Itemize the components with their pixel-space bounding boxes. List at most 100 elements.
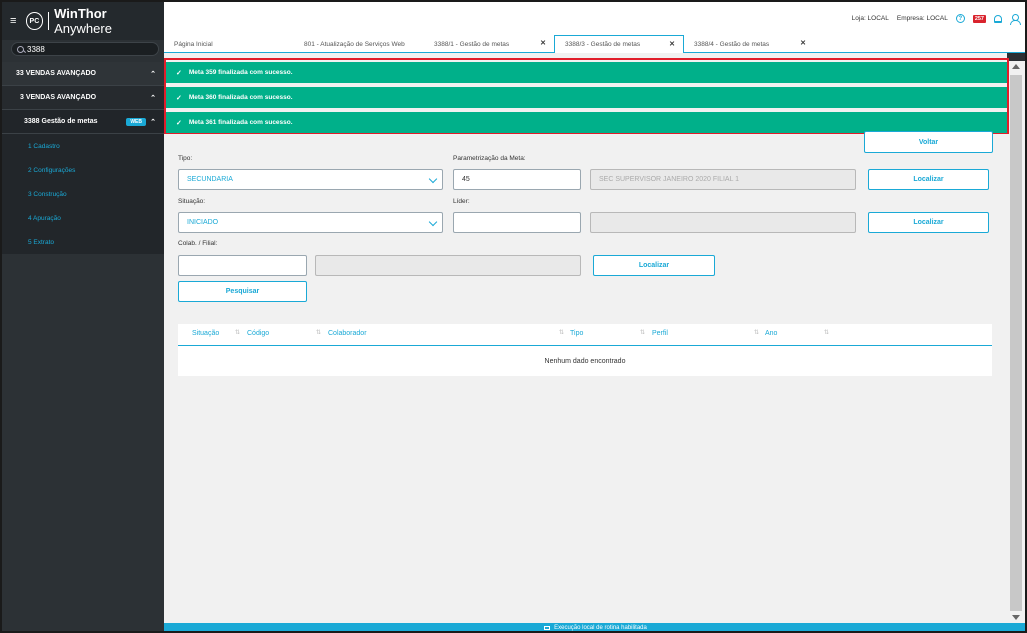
success-notice[interactable]: ✓ Meta 359 finalizada com sucesso. [166, 62, 1007, 83]
tab-label: 3388/1 - Gestão de metas [434, 40, 510, 48]
sidebar-item-3388-gestao-de-metas[interactable]: 3388 Gestão de metas WEB ⌃ [2, 110, 164, 134]
scroll-down-icon[interactable] [1012, 615, 1020, 620]
column-header-situacao[interactable]: Situação [192, 330, 219, 337]
sidebar-item-label: 3388 Gestão de metas [24, 118, 98, 125]
chevron-up-icon: ⌃ [150, 119, 156, 126]
sidebar-item-label: 33 VENDAS AVANÇADO [16, 70, 96, 77]
sort-icon[interactable]: ⇅ [316, 329, 321, 336]
localizar-lider-button[interactable]: Localizar [868, 212, 989, 233]
close-icon[interactable]: ✕ [540, 39, 546, 47]
tab-label: Página Inicial [174, 40, 213, 48]
tab-3388-1[interactable]: 3388/1 - Gestão de metas ✕ [424, 35, 554, 53]
success-notice[interactable]: ✓ Meta 360 finalizada com sucesso. [166, 87, 1007, 108]
colab-filial-input[interactable] [178, 255, 307, 276]
chevron-down-icon [428, 174, 438, 184]
sort-icon[interactable]: ⇅ [754, 329, 759, 336]
check-icon: ✓ [176, 69, 182, 77]
sidebar: ≡ PC WinThor Anywhere 3388 33 VENDAS AVA… [2, 2, 164, 631]
notification-count-badge[interactable]: 257 [972, 14, 986, 23]
vertical-scrollbar[interactable] [1007, 61, 1025, 623]
web-badge: WEB [126, 118, 146, 126]
notice-text: Meta 359 finalizada com sucesso. [188, 69, 293, 76]
tab-3388-4[interactable]: 3388/4 - Gestão de metas ✕ [684, 35, 814, 53]
bell-icon[interactable] [994, 14, 1002, 23]
lider-input[interactable] [453, 212, 581, 233]
voltar-button[interactable]: Voltar [864, 131, 993, 153]
monitor-icon [544, 626, 551, 630]
top-bar: Loja: LOCAL Empresa: LOCAL ? 257 [164, 2, 1025, 35]
status-text: Execução local de rotina habilitada [554, 625, 647, 631]
tab-801-servicos-web[interactable]: 801 - Atualização de Serviços Web [294, 35, 424, 53]
sidebar-subitem-extrato[interactable]: 5 Extrato [2, 230, 164, 254]
menu-search[interactable]: 3388 [11, 42, 159, 56]
close-icon[interactable]: ✕ [800, 39, 806, 47]
sort-icon[interactable]: ⇅ [640, 329, 645, 336]
scroll-thumb[interactable] [1010, 75, 1022, 611]
column-header-codigo[interactable]: Código [247, 330, 269, 337]
app-window: ≡ PC WinThor Anywhere 3388 33 VENDAS AVA… [0, 0, 1027, 633]
column-header-perfil[interactable]: Perfil [652, 330, 668, 337]
search-icon [17, 45, 24, 53]
sidebar-subitem-label: 1 Cadastro [28, 142, 60, 150]
sidebar-subitem-label: 4 Apuração [28, 214, 61, 222]
parametrizacao-value: 45 [462, 176, 470, 183]
sidebar-item-3-vendas-avancado[interactable]: 3 VENDAS AVANÇADO ⌃ [2, 86, 164, 110]
parametrizacao-description: SEC SUPERVISOR JANEIRO 2020 FILIAL 1 [590, 169, 856, 190]
parametrizacao-input[interactable]: 45 [453, 169, 581, 190]
check-icon: ✓ [176, 119, 182, 127]
sort-icon[interactable]: ⇅ [824, 329, 829, 336]
notice-text: Meta 361 finalizada com sucesso. [188, 119, 293, 126]
sort-icon[interactable]: ⇅ [559, 329, 564, 336]
tipo-select[interactable]: SECUNDARIA [178, 169, 443, 190]
parametrizacao-description-text: SEC SUPERVISOR JANEIRO 2020 FILIAL 1 [599, 176, 740, 183]
chevron-up-icon: ⌃ [150, 95, 156, 102]
scroll-up-icon[interactable] [1012, 64, 1020, 69]
situacao-value: INICIADO [187, 219, 219, 226]
success-notifications: ✓ Meta 359 finalizada com sucesso. ✓ Met… [164, 58, 1009, 134]
loja-label: Loja: LOCAL [851, 15, 889, 22]
lider-label: Líder: [453, 198, 470, 205]
tipo-value: SECUNDARIA [187, 176, 233, 183]
top-bar-status: Loja: LOCAL Empresa: LOCAL ? 257 [851, 14, 1021, 25]
table-header: Situação ⇅ Código ⇅ Colaborador ⇅ Tipo ⇅… [178, 324, 992, 346]
tab-label: 3388/3 - Gestão de metas [565, 41, 641, 48]
column-header-tipo[interactable]: Tipo [570, 330, 583, 337]
sidebar-subitem-label: 5 Extrato [28, 238, 55, 246]
tab-label: 3388/4 - Gestão de metas [694, 40, 770, 48]
check-icon: ✓ [176, 94, 182, 102]
tab-pagina-inicial[interactable]: Página Inicial [164, 35, 294, 53]
chevron-down-icon [428, 217, 438, 227]
sidebar-nav: 33 VENDAS AVANÇADO ⌃ 3 VENDAS AVANÇADO ⌃… [2, 62, 164, 254]
column-header-colaborador[interactable]: Colaborador [328, 330, 367, 337]
user-icon[interactable] [1010, 14, 1021, 25]
sidebar-subitem-apuracao[interactable]: 4 Apuração [2, 206, 164, 230]
search-input[interactable]: 3388 [27, 45, 45, 54]
sidebar-item-33-vendas-avancado[interactable]: 33 VENDAS AVANÇADO ⌃ [2, 62, 164, 86]
column-header-ano[interactable]: Ano [765, 330, 777, 337]
sidebar-subitem-cadastro[interactable]: 1 Cadastro [2, 134, 164, 158]
close-icon[interactable]: ✕ [669, 40, 675, 48]
tab-3388-3[interactable]: 3388/3 - Gestão de metas ✕ [554, 35, 684, 54]
localizar-colab-button[interactable]: Localizar [593, 255, 715, 276]
sidebar-subitem-configuracoes[interactable]: 2 Configurações [2, 158, 164, 182]
brand-name: WinThor Anywhere [54, 6, 112, 36]
pesquisar-button[interactable]: Pesquisar [178, 281, 307, 302]
sort-icon[interactable]: ⇅ [235, 329, 240, 336]
empresa-label: Empresa: LOCAL [896, 15, 948, 22]
sidebar-subitem-construcao[interactable]: 3 Construção [2, 182, 164, 206]
lider-description [590, 212, 856, 233]
results-table: Situação ⇅ Código ⇅ Colaborador ⇅ Tipo ⇅… [178, 324, 992, 376]
pc-logo: PC [25, 12, 44, 30]
sidebar-item-label: 3 VENDAS AVANÇADO [20, 94, 97, 101]
tipo-label: Tipo: [178, 155, 193, 162]
help-icon[interactable]: ? [955, 14, 965, 23]
situacao-select[interactable]: INICIADO [178, 212, 443, 233]
tab-label: 801 - Atualização de Serviços Web [304, 40, 405, 48]
success-notice[interactable]: ✓ Meta 361 finalizada com sucesso. [166, 112, 1007, 133]
localizar-parametrizacao-button[interactable]: Localizar [868, 169, 989, 190]
hamburger-icon[interactable]: ≡ [10, 15, 22, 27]
notice-text: Meta 360 finalizada com sucesso. [188, 94, 293, 101]
tab-bar: Página Inicial 801 - Atualização de Serv… [164, 35, 1025, 54]
chevron-up-icon: ⌃ [150, 71, 156, 78]
brand-divider [48, 12, 50, 30]
